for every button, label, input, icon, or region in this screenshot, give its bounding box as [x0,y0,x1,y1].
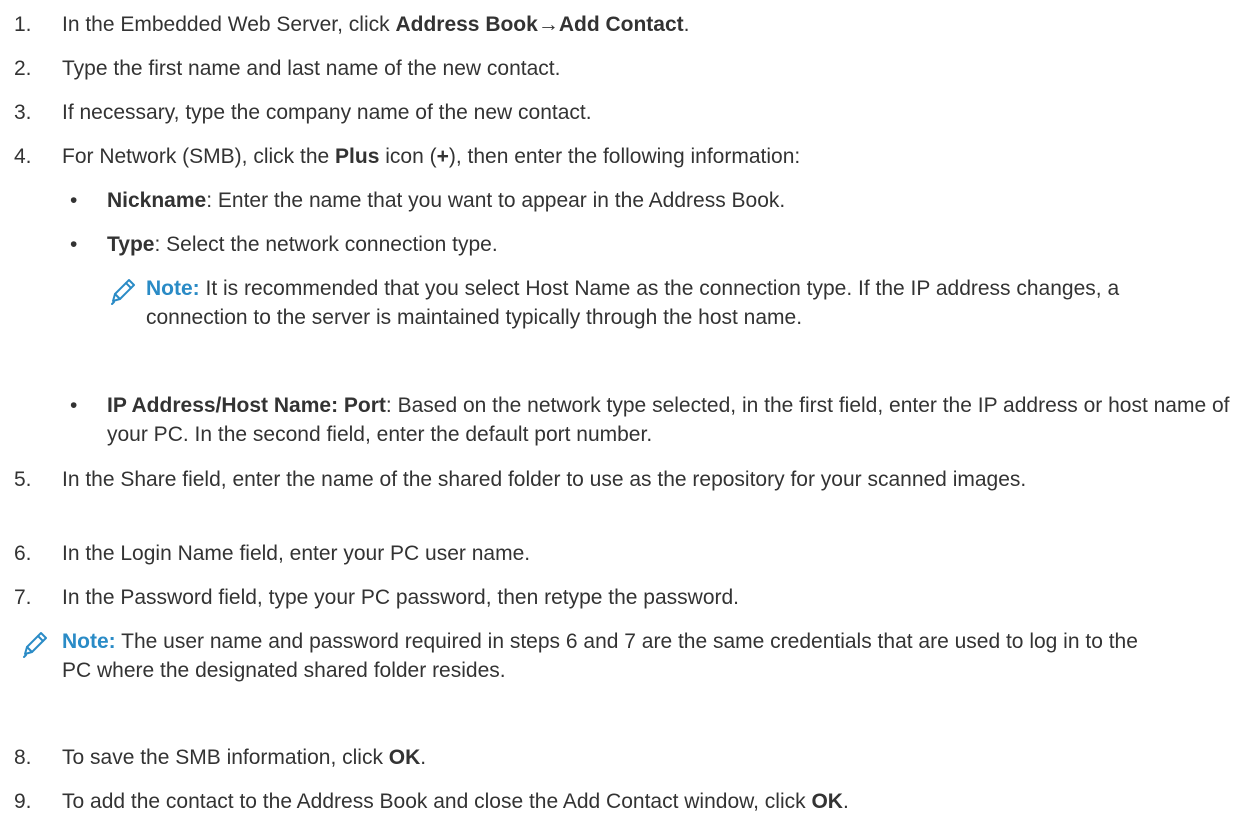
step-number: 6. [14,542,32,565]
step-number: 8. [14,746,32,769]
bullet-text: : Enter the name that you want to appear… [206,189,786,212]
step-number: 9. [14,790,32,813]
step-1: 1. In the Embedded Web Server, click Add… [0,10,1237,39]
step-number: 7. [14,586,32,609]
bullet-term: Nickname [107,189,207,212]
note-text: The user name and password required in s… [62,630,1138,682]
step-number: 5. [14,468,32,491]
bullet-dot: • [70,233,78,256]
step-text-end: . [420,746,427,769]
pencil-icon [111,279,135,305]
step-text: In the Embedded Web Server, click [62,13,396,36]
bullet-text: : Select the network connection type. [154,233,498,256]
bullet-term: IP Address/Host Name: Port [107,394,386,417]
step-number: 3. [14,101,32,124]
bullet-dot: • [70,189,78,212]
bullet-nickname: • Nickname: Enter the name that you want… [0,186,1237,215]
step-text: To save the SMB information, click [62,746,389,769]
step-text: In the Share field, enter the name of th… [62,468,1027,491]
note-credentials: Note: The user name and password require… [20,627,1162,685]
step-number: 2. [14,57,32,80]
ok-label: OK [811,790,843,813]
step-text: To add the contact to the Address Book a… [62,790,812,813]
step-text: If necessary, type the company name of t… [62,101,592,124]
note-host-name: Note: It is recommended that you select … [108,274,1156,332]
step-text-end: . [683,13,690,36]
step-text-end: . [842,790,849,813]
step-text: For Network (SMB), click the [62,145,336,168]
step-number: 4. [14,145,32,168]
step-5: 5. In the Share field, enter the name of… [0,465,1212,494]
step-7: 7. In the Password field, type your PC p… [0,583,1237,612]
menu-add-contact: Add Contact [558,13,684,36]
note-label: Note: [62,630,116,653]
bullet-type: • Type: Select the network connection ty… [0,230,1237,259]
step-text-end: ), then enter the following information: [448,145,801,168]
pencil-icon [23,632,47,658]
step-9: 9. To add the contact to the Address Boo… [0,787,1237,816]
bullet-dot: • [70,394,78,417]
step-8: 8. To save the SMB information, click OK… [0,743,1237,772]
step-3: 3. If necessary, type the company name o… [0,98,1237,127]
step-text: In the Password field, type your PC pass… [62,586,740,609]
step-number: 1. [14,13,32,36]
plus-symbol: + [436,145,449,168]
bullet-ip-address: • IP Address/Host Name: Port: Based on t… [0,391,1237,449]
step-text: Type the first name and last name of the… [62,57,561,80]
step-text-mid: icon ( [379,145,437,168]
plus-label: Plus [335,145,380,168]
note-text: It is recommended that you select Host N… [146,277,1120,329]
note-label: Note: [146,277,200,300]
menu-address-book: Address Book [395,13,538,36]
menu-arrow: → [537,13,559,36]
step-text: In the Login Name field, enter your PC u… [62,542,531,565]
step-2: 2. Type the first name and last name of … [0,54,1237,83]
step-6: 6. In the Login Name field, enter your P… [0,539,1237,568]
step-4: 4. For Network (SMB), click the Plus ico… [0,142,1237,171]
ok-label: OK [388,746,421,769]
bullet-term: Type [107,233,155,256]
